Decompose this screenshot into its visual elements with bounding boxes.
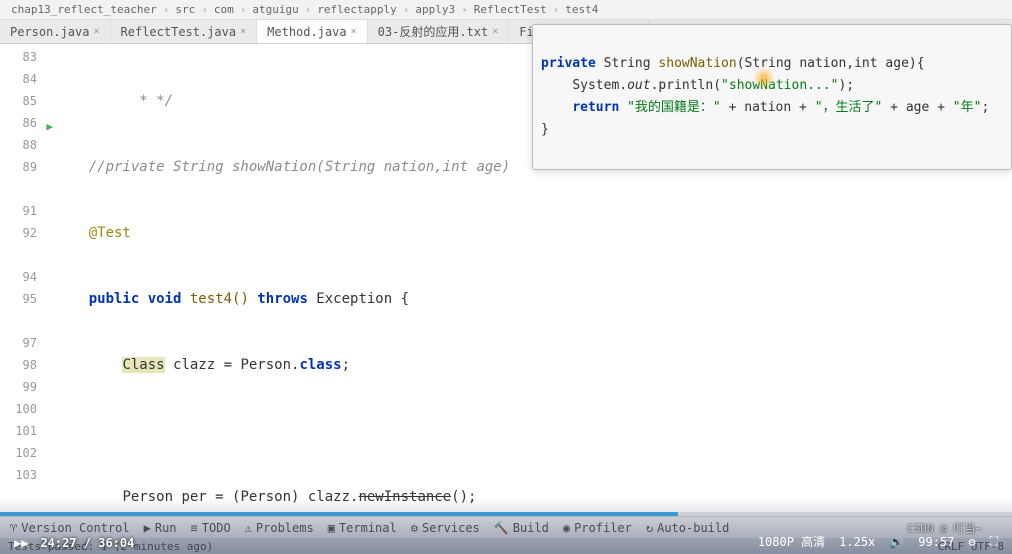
crumb[interactable]: test4 xyxy=(565,3,598,16)
code-tooltip: private String showNation(String nation,… xyxy=(532,24,1012,170)
tool-profiler[interactable]: ◉Profiler xyxy=(563,521,632,535)
close-icon[interactable]: × xyxy=(240,26,246,37)
close-icon[interactable]: × xyxy=(351,26,357,37)
tool-services[interactable]: ⚙Services xyxy=(411,521,480,535)
crumb[interactable]: atguigu xyxy=(252,3,298,16)
profiler-icon: ◉ xyxy=(563,521,570,535)
status-bar: Tests passed: 1 (2 minutes ago) CRLF UTF… xyxy=(0,538,1012,554)
crumb[interactable]: chap13_reflect_teacher xyxy=(11,3,157,16)
tool-terminal[interactable]: ▣Terminal xyxy=(328,521,397,535)
tab-person[interactable]: Person.java× xyxy=(0,20,111,43)
crumb[interactable]: reflectapply xyxy=(317,3,396,16)
terminal-icon: ▣ xyxy=(328,521,335,535)
watermark: CSDN @ 叮当~ xyxy=(907,520,982,536)
tool-version-control[interactable]: ♈Version Control xyxy=(10,521,130,535)
crumb[interactable]: com xyxy=(214,3,234,16)
branch-icon: ♈ xyxy=(10,521,17,535)
tool-run[interactable]: ▶Run xyxy=(144,521,177,535)
tab-method[interactable]: Method.java× xyxy=(257,20,368,43)
tool-bar: ♈Version Control ▶Run ≡TODO ⚠Problems ▣T… xyxy=(0,516,1012,538)
crumb[interactable]: apply3 xyxy=(415,3,455,16)
play-icon: ▶ xyxy=(144,521,151,535)
services-icon: ⚙ xyxy=(411,521,418,535)
tool-todo[interactable]: ≡TODO xyxy=(191,521,231,535)
close-icon[interactable]: × xyxy=(93,26,99,37)
tool-problems[interactable]: ⚠Problems xyxy=(245,521,314,535)
status-encoding[interactable]: CRLF UTF-8 xyxy=(938,540,1004,553)
crumb[interactable]: ReflectTest xyxy=(474,3,547,16)
tool-autobuild[interactable]: ↻Auto-build xyxy=(646,521,729,535)
video-progress[interactable] xyxy=(0,512,1012,516)
tab-reflection-txt[interactable]: 03-反射的应用.txt× xyxy=(368,20,510,43)
todo-icon: ≡ xyxy=(191,521,198,535)
auto-icon: ↻ xyxy=(646,521,653,535)
breadcrumb: chap13_reflect_teacher› src› com› atguig… xyxy=(0,0,1012,20)
build-icon: 🔨 xyxy=(494,521,509,535)
test-status: Tests passed: 1 (2 minutes ago) xyxy=(8,540,213,553)
tool-build[interactable]: 🔨Build xyxy=(494,521,549,535)
line-gutter: 83 84 85 86▶ 88 89 91 92 94 95 97 98 99 … xyxy=(0,44,55,514)
close-icon[interactable]: × xyxy=(492,26,498,37)
tab-reflecttest[interactable]: ReflectTest.java× xyxy=(111,20,258,43)
warning-icon: ⚠ xyxy=(245,521,252,535)
crumb[interactable]: src xyxy=(175,3,195,16)
